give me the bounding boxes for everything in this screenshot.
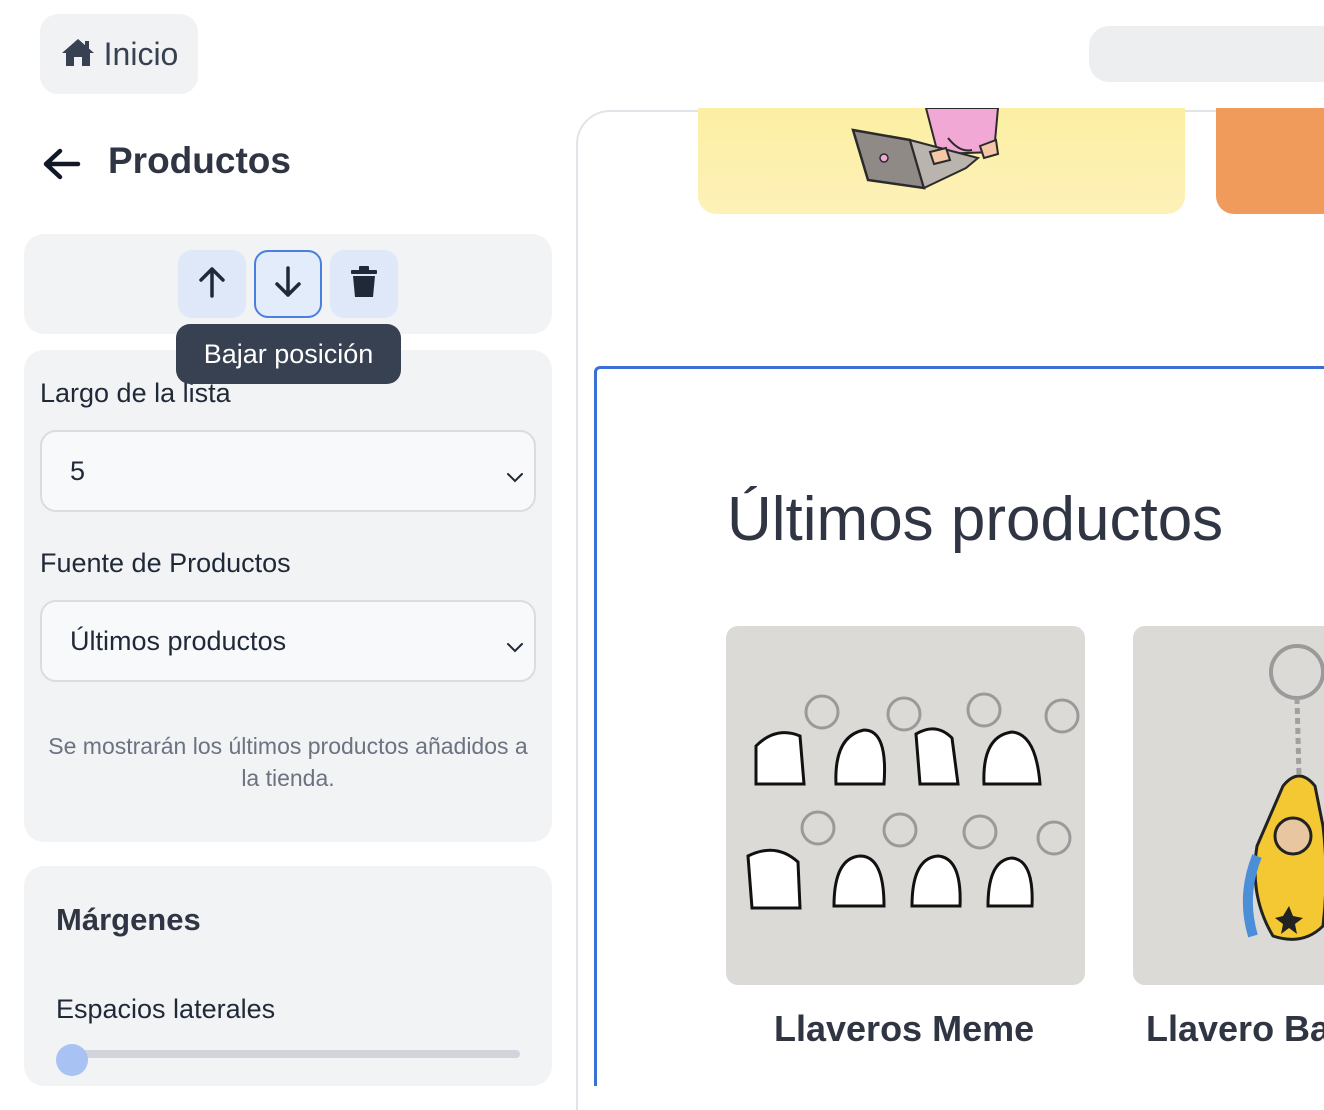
panel-title: Productos xyxy=(108,140,291,181)
move-down-button[interactable] xyxy=(254,250,322,318)
product-card[interactable] xyxy=(726,626,1085,985)
list-length-select[interactable]: 5 xyxy=(40,430,536,512)
delete-button[interactable] xyxy=(330,250,398,318)
source-value: Últimos productos xyxy=(70,625,287,656)
move-down-tooltip: Bajar posición xyxy=(176,324,401,384)
source-label: Fuente de Productos xyxy=(40,548,291,578)
block-heading: Últimos productos xyxy=(727,485,1224,554)
home-icon xyxy=(60,36,96,73)
list-length-value: 5 xyxy=(70,455,86,486)
lateral-spacing-slider-track[interactable] xyxy=(60,1050,520,1058)
chevron-down-icon xyxy=(506,632,524,663)
home-button[interactable]: Inicio xyxy=(40,14,198,94)
top-bar-pill[interactable] xyxy=(1089,26,1324,82)
source-help-text: Se mostrarán los últimos productos añadi… xyxy=(48,733,528,791)
margins-title: Márgenes xyxy=(56,902,201,937)
banner-image xyxy=(698,108,1185,214)
arrow-left-icon[interactable] xyxy=(40,142,84,186)
chevron-down-icon xyxy=(506,462,524,493)
home-label: Inicio xyxy=(103,35,179,72)
product-name[interactable]: Llaveros Meme xyxy=(774,1008,1034,1050)
arrow-up-icon xyxy=(197,265,227,304)
lateral-spacing-label: Espacios laterales xyxy=(56,994,276,1024)
move-up-button[interactable] xyxy=(178,250,246,318)
product-image xyxy=(1242,644,1324,941)
banner-image-secondary xyxy=(1216,108,1324,214)
product-name[interactable]: Llavero Ba xyxy=(1146,1008,1324,1050)
trash-icon xyxy=(350,265,378,303)
source-select[interactable]: Últimos productos xyxy=(40,600,536,682)
product-card[interactable] xyxy=(1133,626,1324,985)
lateral-spacing-slider-thumb[interactable] xyxy=(56,1044,88,1076)
product-image xyxy=(746,692,1080,910)
arrow-down-icon xyxy=(273,265,303,304)
